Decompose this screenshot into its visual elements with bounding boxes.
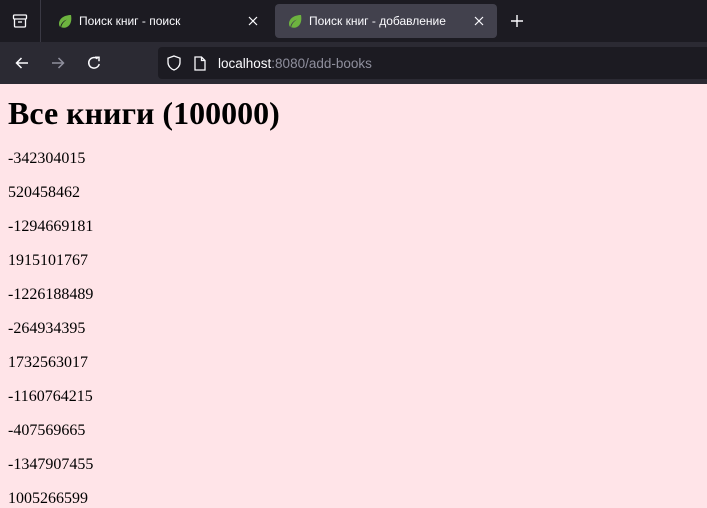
url-host: localhost [218, 55, 272, 71]
book-list: -342304015 520458462 -1294669181 1915101… [8, 150, 699, 508]
tab-title: Поиск книг - поиск [79, 14, 181, 28]
forward-button[interactable] [40, 47, 76, 79]
tab-list-button[interactable] [0, 0, 41, 42]
page-content: Все книги (100000) -342304015 520458462 … [0, 95, 707, 508]
close-tab-icon[interactable] [245, 13, 261, 29]
url-text[interactable]: localhost:8080/add-books [218, 56, 372, 71]
shield-icon[interactable] [166, 55, 182, 71]
spring-leaf-icon [289, 15, 302, 28]
page-title: Все книги (100000) [8, 95, 280, 131]
list-item: 1732563017 [8, 354, 88, 371]
list-item: -1160764215 [8, 388, 93, 405]
reload-button[interactable] [76, 47, 112, 79]
tab-title: Поиск книг - добавление [309, 14, 446, 28]
list-item: -342304015 [8, 150, 86, 167]
list-item: 1005266599 [8, 490, 88, 507]
list-item: 1915101767 [8, 252, 88, 269]
list-item: -407569665 [8, 422, 86, 439]
tab-search[interactable]: Поиск книг - поиск [45, 4, 271, 38]
back-button[interactable] [4, 47, 40, 79]
tab-bar: Поиск книг - поиск Поиск книг - добавлен… [0, 0, 707, 42]
new-tab-button[interactable] [501, 5, 533, 37]
browser-chrome: Поиск книг - поиск Поиск книг - добавлен… [0, 0, 707, 84]
address-bar[interactable]: localhost:8080/add-books [158, 47, 707, 79]
navigation-toolbar: localhost:8080/add-books [0, 42, 707, 84]
tab-add-books[interactable]: Поиск книг - добавление [275, 4, 497, 38]
page-icon[interactable] [192, 55, 208, 71]
list-item: -1226188489 [8, 286, 94, 303]
plus-icon [511, 15, 523, 27]
arrow-right-icon [52, 57, 65, 69]
list-item: -1294669181 [8, 218, 94, 235]
url-path: :8080/add-books [271, 55, 372, 71]
spring-leaf-icon [59, 15, 72, 28]
close-tab-icon[interactable] [471, 13, 487, 29]
reload-icon [88, 56, 100, 69]
list-item: 520458462 [8, 184, 80, 201]
arrow-left-icon [15, 57, 28, 69]
tab-list-icon [12, 14, 28, 28]
list-item: -1347907455 [8, 456, 94, 473]
list-item: -264934395 [8, 320, 86, 337]
